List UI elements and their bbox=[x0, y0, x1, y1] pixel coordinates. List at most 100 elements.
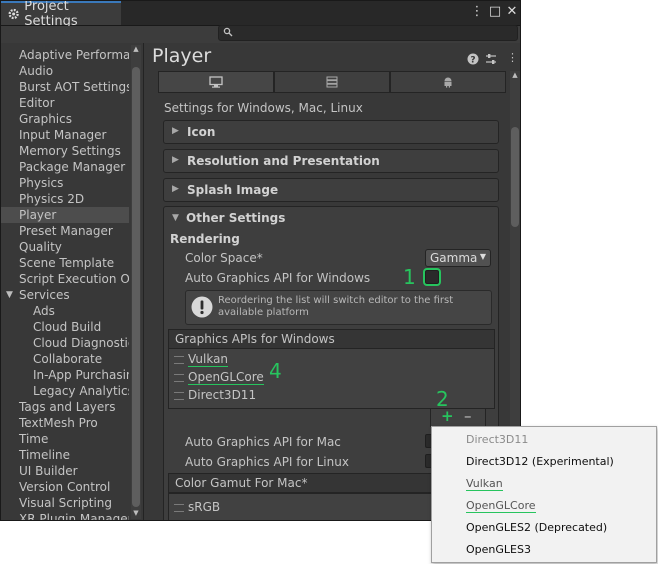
more-options-icon[interactable]: ⋮ bbox=[469, 4, 485, 20]
android-icon bbox=[444, 77, 452, 88]
sidebar-scrollbar[interactable]: ▲ ▼ bbox=[131, 45, 141, 519]
color-gamut-header: Color Gamut For Mac* bbox=[168, 473, 468, 493]
sidebar-item-script-execution-ord[interactable]: Script Execution Ord bbox=[1, 271, 129, 287]
graphics-apis-header: Graphics APIs for Windows bbox=[168, 329, 495, 349]
sidebar-item-adaptive-performar[interactable]: Adaptive Performar bbox=[1, 47, 129, 63]
sidebar-item-audio[interactable]: Audio bbox=[1, 63, 129, 79]
drag-handle-icon[interactable] bbox=[174, 504, 184, 512]
list-item[interactable]: sRGB bbox=[169, 498, 467, 516]
annotation-4: 4 bbox=[269, 359, 282, 383]
context-menu-icon[interactable]: ⋮ bbox=[507, 51, 518, 64]
sidebar-item-physics[interactable]: Physics bbox=[1, 175, 129, 191]
sidebar-item-label: Visual Scripting bbox=[19, 496, 112, 510]
help-icon[interactable]: ? bbox=[467, 53, 479, 65]
auto-api-mac-label: Auto Graphics API for Mac bbox=[185, 435, 341, 449]
list-item[interactable]: OpenGLCore bbox=[169, 369, 494, 387]
sidebar-item-label: TextMesh Pro bbox=[19, 416, 98, 430]
sidebar-item-in-app-purchasin[interactable]: In-App Purchasin bbox=[1, 367, 129, 383]
collapse-arrow-icon: ▼ bbox=[172, 213, 179, 223]
sidebar-item-quality[interactable]: Quality bbox=[1, 239, 129, 255]
scroll-down-icon[interactable]: ▼ bbox=[131, 509, 141, 517]
window-tab[interactable]: Project Settings bbox=[1, 1, 121, 29]
sidebar-item-label: Time bbox=[19, 432, 49, 446]
sidebar-item-label: Physics bbox=[19, 176, 64, 190]
scroll-up-icon[interactable]: ▲ bbox=[131, 45, 141, 53]
sidebar-item-label: Editor bbox=[19, 96, 55, 110]
sidebar-scroll-thumb[interactable] bbox=[132, 67, 140, 507]
sidebar-item-ads[interactable]: Ads bbox=[1, 303, 129, 319]
sidebar-item-scene-template[interactable]: Scene Template bbox=[1, 255, 129, 271]
title-bar: Project Settings ⋮ □ ✕ bbox=[1, 1, 520, 29]
main-scroll-thumb[interactable] bbox=[511, 127, 519, 227]
remove-button[interactable]: – bbox=[464, 407, 472, 425]
sidebar-item-label: Cloud Build bbox=[33, 320, 102, 334]
settings-for-label: Settings for Windows, Mac, Linux bbox=[164, 101, 363, 115]
expand-arrow-icon[interactable]: ▼ bbox=[6, 287, 13, 303]
tab-server[interactable] bbox=[274, 71, 390, 93]
sidebar-item-graphics[interactable]: Graphics bbox=[1, 111, 129, 127]
monitor-icon bbox=[209, 76, 223, 88]
server-icon bbox=[326, 76, 338, 88]
platform-tabs bbox=[158, 71, 506, 93]
resolution-foldout[interactable]: ▶ Resolution and Presentation bbox=[163, 149, 499, 173]
sidebar-item-services[interactable]: ▼ Services bbox=[1, 287, 129, 303]
sidebar-item-editor[interactable]: Editor bbox=[1, 95, 129, 111]
menu-item-opengles2[interactable]: OpenGLES2 (Deprecated) bbox=[466, 521, 607, 534]
sidebar-item-visual-scripting[interactable]: Visual Scripting bbox=[1, 495, 129, 511]
sidebar-item-xr-plugin-managem[interactable]: XR Plugin Managem bbox=[1, 511, 129, 520]
page-title: Player bbox=[152, 45, 212, 67]
graphics-apis-title: Graphics APIs for Windows bbox=[175, 332, 335, 346]
splash-foldout[interactable]: ▶ Splash Image bbox=[163, 178, 499, 202]
sidebar-item-physics-2d[interactable]: Physics 2D bbox=[1, 191, 129, 207]
sidebar-item-version-control[interactable]: Version Control bbox=[1, 479, 129, 495]
sidebar-item-timeline[interactable]: Timeline bbox=[1, 447, 129, 463]
sidebar-item-tags-and-layers[interactable]: Tags and Layers bbox=[1, 399, 129, 415]
drag-handle-icon[interactable] bbox=[174, 392, 184, 400]
sidebar-item-time[interactable]: Time bbox=[1, 431, 129, 447]
annotation-2: 2 bbox=[436, 387, 449, 411]
list-item[interactable]: Vulkan bbox=[169, 351, 494, 369]
menu-item-openglcore[interactable]: OpenGLCore bbox=[466, 499, 536, 513]
sidebar-item-player[interactable]: Player bbox=[1, 207, 129, 223]
preset-icon[interactable] bbox=[485, 53, 497, 65]
close-icon[interactable]: ✕ bbox=[504, 4, 520, 20]
icon-foldout[interactable]: ▶ Icon bbox=[163, 120, 499, 144]
sidebar-item-preset-manager[interactable]: Preset Manager bbox=[1, 223, 129, 239]
sidebar-item-ui-builder[interactable]: UI Builder bbox=[1, 463, 129, 479]
search-input[interactable] bbox=[218, 25, 518, 41]
scroll-up-icon[interactable]: ▲ bbox=[510, 71, 520, 79]
auto-api-windows-checkbox[interactable] bbox=[423, 268, 441, 286]
sidebar-item-cloud-diagnostic[interactable]: Cloud Diagnostic bbox=[1, 335, 129, 351]
list-add-remove: + – bbox=[430, 407, 486, 427]
foldout-label: Other Settings bbox=[186, 211, 286, 225]
tab-standalone[interactable] bbox=[158, 71, 274, 93]
sidebar-item-textmesh-pro[interactable]: TextMesh Pro bbox=[1, 415, 129, 431]
menu-item-opengles3[interactable]: OpenGLES3 bbox=[466, 543, 531, 556]
sidebar-item-label: In-App Purchasin bbox=[33, 368, 129, 382]
sidebar-item-label: Version Control bbox=[19, 480, 111, 494]
sidebar-item-label: Player bbox=[19, 208, 57, 222]
maximize-icon[interactable]: □ bbox=[487, 4, 503, 20]
sidebar-item-label: Quality bbox=[19, 240, 62, 254]
sidebar-item-package-manager[interactable]: Package Manager bbox=[1, 159, 129, 175]
sidebar-item-label: Ads bbox=[33, 304, 55, 318]
menu-item-vulkan[interactable]: Vulkan bbox=[466, 477, 503, 491]
sidebar-item-burst-aot-settings[interactable]: Burst AOT Settings bbox=[1, 79, 129, 95]
sidebar-item-label: Graphics bbox=[19, 112, 72, 126]
color-space-dropdown[interactable]: Gamma ▼ bbox=[425, 249, 491, 267]
sidebar-item-cloud-build[interactable]: Cloud Build bbox=[1, 319, 129, 335]
sidebar-item-label: Audio bbox=[19, 64, 54, 78]
sidebar-item-input-manager[interactable]: Input Manager bbox=[1, 127, 129, 143]
window-title: Project Settings bbox=[24, 0, 78, 29]
sidebar-item-label: Services bbox=[19, 288, 70, 302]
menu-item-direct3d12[interactable]: Direct3D12 (Experimental) bbox=[466, 455, 614, 468]
tab-android[interactable] bbox=[390, 71, 506, 93]
sidebar-item-collaborate[interactable]: Collaborate bbox=[1, 351, 129, 367]
color-space-value: Gamma bbox=[430, 251, 478, 265]
chevron-down-icon: ▼ bbox=[479, 252, 486, 261]
drag-handle-icon[interactable] bbox=[174, 356, 184, 364]
sidebar-item-memory-settings[interactable]: Memory Settings bbox=[1, 143, 129, 159]
drag-handle-icon[interactable] bbox=[174, 374, 184, 382]
sidebar-item-legacy-analytics[interactable]: Legacy Analytics bbox=[1, 383, 129, 399]
svg-text:?: ? bbox=[470, 56, 475, 66]
